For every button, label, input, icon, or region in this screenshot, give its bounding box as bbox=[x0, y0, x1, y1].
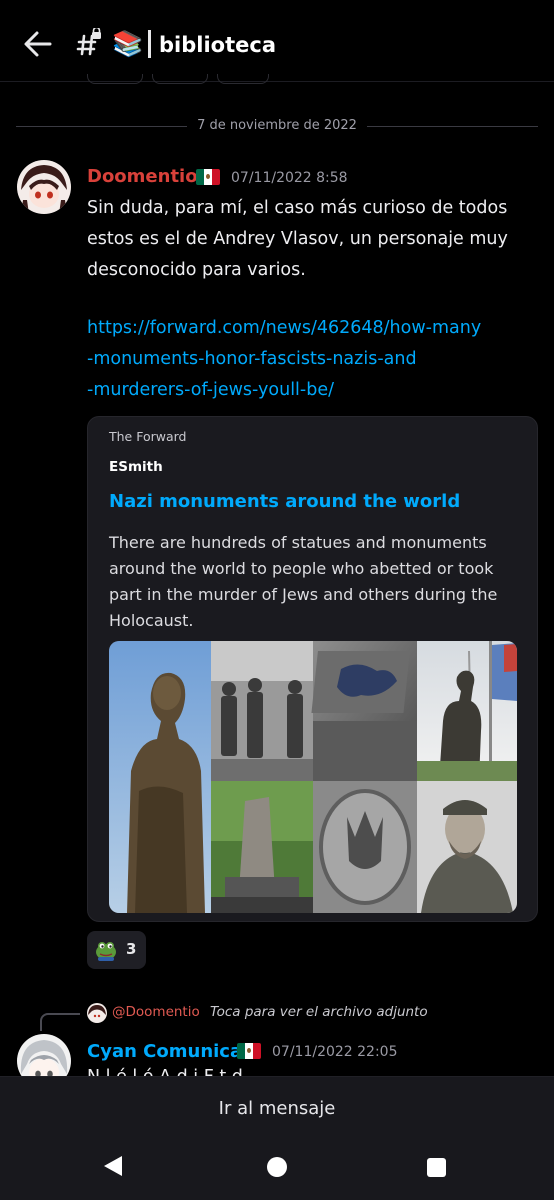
embed-author[interactable]: ESmith bbox=[109, 459, 163, 475]
previous-reaction-pill bbox=[217, 74, 269, 84]
reply-avatar[interactable] bbox=[87, 1003, 107, 1023]
channel-header: 📚 biblioteca bbox=[0, 0, 554, 82]
channel-emoji: 📚 bbox=[112, 29, 144, 58]
embed-title[interactable]: Nazi monuments around the world bbox=[109, 491, 460, 512]
channel-name[interactable]: biblioteca bbox=[159, 30, 276, 60]
link-embed[interactable]: The Forward ESmith Nazi monuments around… bbox=[87, 416, 538, 922]
date-divider-label: 7 de noviembre de 2022 bbox=[187, 118, 367, 133]
nav-back-icon[interactable] bbox=[104, 1156, 122, 1176]
pepe-frog-emoji-icon bbox=[96, 942, 116, 961]
link-line[interactable]: -monuments-honor-fascists-nazis-and bbox=[87, 344, 532, 375]
link-line[interactable]: -murderers-of-jews-youll-be/ bbox=[87, 375, 532, 406]
anime-avatar-icon bbox=[87, 1003, 107, 1023]
link-line[interactable]: https://forward.com/news/462648/how-many bbox=[87, 313, 532, 344]
message-text: Sin duda, para mí, el caso más curioso d… bbox=[87, 198, 508, 280]
locked-hashtag-icon bbox=[76, 28, 101, 56]
previous-reaction-pill bbox=[87, 74, 143, 84]
title-separator bbox=[148, 30, 151, 58]
message-author[interactable]: Cyan Comunica bbox=[87, 1041, 242, 1063]
avatar[interactable] bbox=[17, 160, 71, 214]
message-timestamp: 07/11/2022 22:05 bbox=[272, 1044, 398, 1060]
back-arrow-icon[interactable] bbox=[20, 28, 56, 60]
nav-home-icon[interactable] bbox=[267, 1157, 287, 1177]
reaction-pill[interactable]: 3 bbox=[87, 931, 146, 969]
reply-connector bbox=[40, 1013, 80, 1031]
previous-reaction-pill bbox=[152, 74, 208, 84]
message-author[interactable]: Doomentio bbox=[87, 166, 198, 188]
reaction-count: 3 bbox=[126, 940, 137, 958]
embed-image[interactable] bbox=[109, 641, 517, 913]
mexico-flag-icon bbox=[196, 169, 220, 185]
embed-description: There are hundreds of statues and monume… bbox=[109, 533, 498, 630]
reply-username[interactable]: @Doomentio bbox=[112, 1004, 200, 1020]
anime-avatar-icon bbox=[17, 160, 71, 214]
monuments-collage-image bbox=[109, 641, 517, 913]
embed-provider[interactable]: The Forward bbox=[109, 429, 187, 444]
reply-preview[interactable]: Toca para ver el archivo adjunto bbox=[210, 1004, 428, 1020]
message-timestamp: 07/11/2022 8:58 bbox=[231, 170, 348, 186]
jump-to-message-button[interactable]: Ir al mensaje bbox=[0, 1076, 554, 1142]
message-link[interactable]: https://forward.com/news/462648/how-many… bbox=[87, 313, 532, 406]
date-divider: 7 de noviembre de 2022 bbox=[16, 116, 538, 136]
mexico-flag-icon bbox=[237, 1043, 261, 1059]
nav-recents-icon[interactable] bbox=[427, 1158, 446, 1177]
